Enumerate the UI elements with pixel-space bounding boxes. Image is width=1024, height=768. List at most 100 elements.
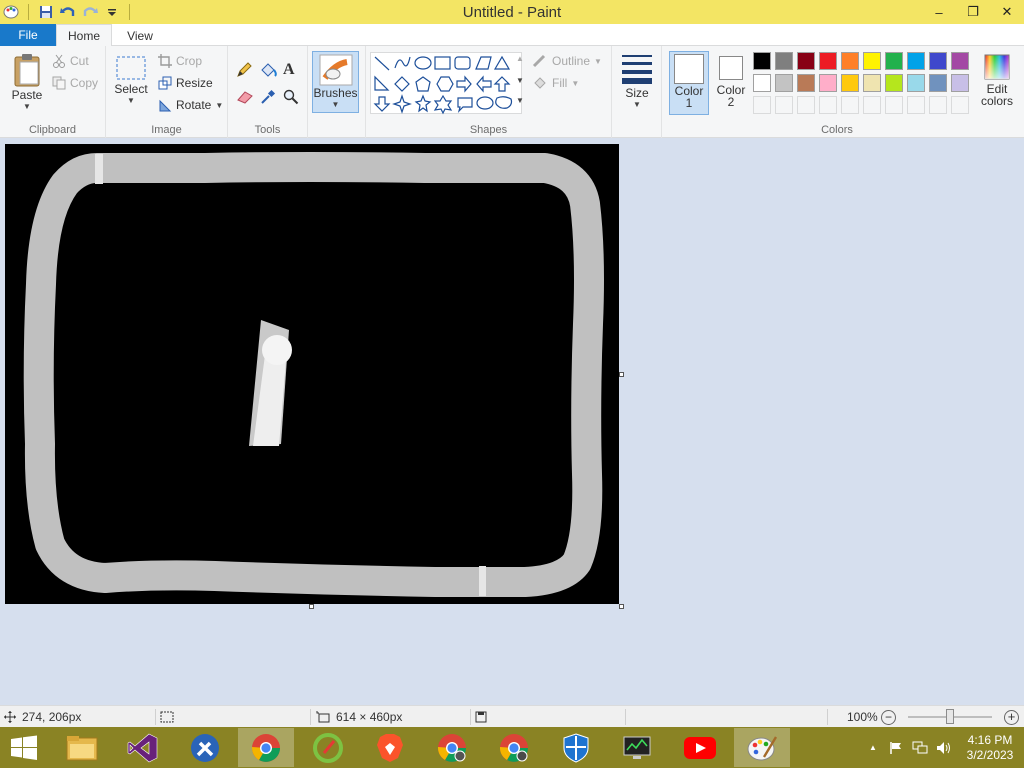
zoom-out-button[interactable]: − xyxy=(881,706,896,728)
palette-swatch[interactable] xyxy=(841,74,859,92)
taskbar-ccleaner[interactable] xyxy=(300,728,356,767)
action-center-flag-icon[interactable] xyxy=(884,741,908,755)
eraser-tool[interactable] xyxy=(236,90,254,104)
color2-number: 2 xyxy=(727,95,735,109)
palette-swatch[interactable] xyxy=(907,74,925,92)
paste-button[interactable]: Paste ▼ xyxy=(8,52,46,111)
rotate-icon xyxy=(159,99,172,112)
select-button[interactable]: Select ▼ xyxy=(114,56,148,105)
palette-swatch[interactable] xyxy=(797,52,815,70)
crop-button[interactable]: Crop xyxy=(158,54,202,68)
undo-icon[interactable] xyxy=(59,3,77,21)
fill-button[interactable]: Fill ▼ xyxy=(532,76,579,90)
clock[interactable]: 4:16 PM 3/2/2023 xyxy=(956,733,1024,763)
monitor-icon xyxy=(623,736,651,759)
drawing-canvas[interactable] xyxy=(5,144,619,604)
zoom-slider-thumb[interactable] xyxy=(946,709,954,724)
palette-swatch[interactable] xyxy=(819,52,837,70)
close-button[interactable]: ✕ xyxy=(990,0,1024,24)
custom-color-slot[interactable] xyxy=(863,96,881,114)
resize-button[interactable]: Resize xyxy=(158,76,213,90)
palette-swatch[interactable] xyxy=(753,74,771,92)
minimize-button[interactable]: – xyxy=(922,0,956,24)
expand-gallery-icon[interactable]: ▼ xyxy=(516,96,524,105)
redo-icon[interactable] xyxy=(81,3,99,21)
palette-swatch[interactable] xyxy=(753,52,771,70)
shapes-scroll[interactable]: ▲ ▼ ▼ xyxy=(514,52,526,114)
pencil-tool[interactable] xyxy=(236,62,252,78)
cut-button[interactable]: Cut xyxy=(52,54,89,68)
tab-file[interactable]: File xyxy=(0,24,56,46)
zoom-slider-track xyxy=(908,709,992,724)
brushes-button[interactable]: Brushes ▼ xyxy=(312,51,359,113)
show-hidden-icons-button[interactable]: ▲ xyxy=(862,743,884,752)
custom-color-slot[interactable] xyxy=(797,96,815,114)
image-group-label: Image xyxy=(151,124,182,136)
rotate-button[interactable]: Rotate ▼ xyxy=(158,98,223,112)
taskbar-visual-studio[interactable] xyxy=(115,728,171,767)
size-group: Size ▼ xyxy=(612,46,662,138)
palette-swatch[interactable] xyxy=(775,52,793,70)
taskbar-paint[interactable] xyxy=(734,728,790,767)
paint-app-icon[interactable] xyxy=(2,3,20,21)
taskbar-youtube[interactable] xyxy=(672,728,728,767)
custom-color-slot[interactable] xyxy=(841,96,859,114)
edit-colors-button[interactable]: Edit colors xyxy=(977,54,1017,107)
color1-button[interactable]: Color 1 xyxy=(669,51,709,115)
brushes-label: Brushes xyxy=(313,86,358,100)
magnifier-tool[interactable] xyxy=(283,89,299,105)
color-picker-tool[interactable] xyxy=(260,89,276,105)
taskbar-task-manager[interactable] xyxy=(610,728,666,767)
palette-swatch[interactable] xyxy=(885,74,903,92)
taskbar-security[interactable] xyxy=(548,728,604,767)
taskbar-chrome-profile-3[interactable] xyxy=(486,728,542,767)
palette-swatch[interactable] xyxy=(951,52,969,70)
tab-home[interactable]: Home xyxy=(56,24,112,47)
taskbar-file-explorer[interactable] xyxy=(54,728,110,767)
select-label: Select xyxy=(114,82,148,96)
palette-swatch[interactable] xyxy=(797,74,815,92)
brave-icon xyxy=(377,733,403,762)
taskbar-brave[interactable] xyxy=(362,728,418,767)
scroll-down-icon[interactable]: ▼ xyxy=(516,76,524,85)
scroll-up-icon[interactable]: ▲ xyxy=(516,54,524,63)
restore-button[interactable]: ❐ xyxy=(956,0,990,24)
palette-swatch[interactable] xyxy=(863,52,881,70)
palette-swatch[interactable] xyxy=(951,74,969,92)
custom-color-slot[interactable] xyxy=(929,96,947,114)
taskbar-chrome-profile-1[interactable] xyxy=(238,728,294,767)
outline-button[interactable]: Outline ▼ xyxy=(532,54,602,68)
copy-button[interactable]: Copy xyxy=(52,76,98,90)
customize-qat-icon[interactable] xyxy=(103,3,121,21)
custom-color-slot[interactable] xyxy=(907,96,925,114)
palette-swatch[interactable] xyxy=(929,74,947,92)
start-button[interactable] xyxy=(0,728,48,767)
custom-color-slot[interactable] xyxy=(775,96,793,114)
taskbar-chrome-profile-2[interactable] xyxy=(424,728,480,767)
palette-swatch[interactable] xyxy=(863,74,881,92)
resize-handle-bottom[interactable] xyxy=(309,604,314,609)
palette-swatch[interactable] xyxy=(885,52,903,70)
palette-swatch[interactable] xyxy=(775,74,793,92)
custom-color-slot[interactable] xyxy=(951,96,969,114)
palette-swatch[interactable] xyxy=(929,52,947,70)
palette-swatch[interactable] xyxy=(907,52,925,70)
color2-button[interactable]: Color 2 xyxy=(713,56,749,109)
fill-tool[interactable] xyxy=(259,62,277,78)
palette-swatch[interactable] xyxy=(841,52,859,70)
custom-color-slot[interactable] xyxy=(819,96,837,114)
size-button[interactable]: Size ▼ xyxy=(618,52,656,109)
volume-icon[interactable] xyxy=(932,741,956,755)
palette-swatch[interactable] xyxy=(819,74,837,92)
resize-handle-corner[interactable] xyxy=(619,604,624,609)
zoom-in-button[interactable]: + xyxy=(1004,706,1019,728)
resize-handle-right[interactable] xyxy=(619,372,624,377)
taskbar-tools-app[interactable] xyxy=(177,728,233,767)
network-icon[interactable] xyxy=(908,741,932,755)
save-icon[interactable] xyxy=(37,3,55,21)
custom-color-slot[interactable] xyxy=(753,96,771,114)
zoom-slider[interactable] xyxy=(908,706,992,728)
custom-color-slot[interactable] xyxy=(885,96,903,114)
text-tool[interactable]: A xyxy=(283,61,295,79)
tab-view[interactable]: View xyxy=(112,24,168,47)
